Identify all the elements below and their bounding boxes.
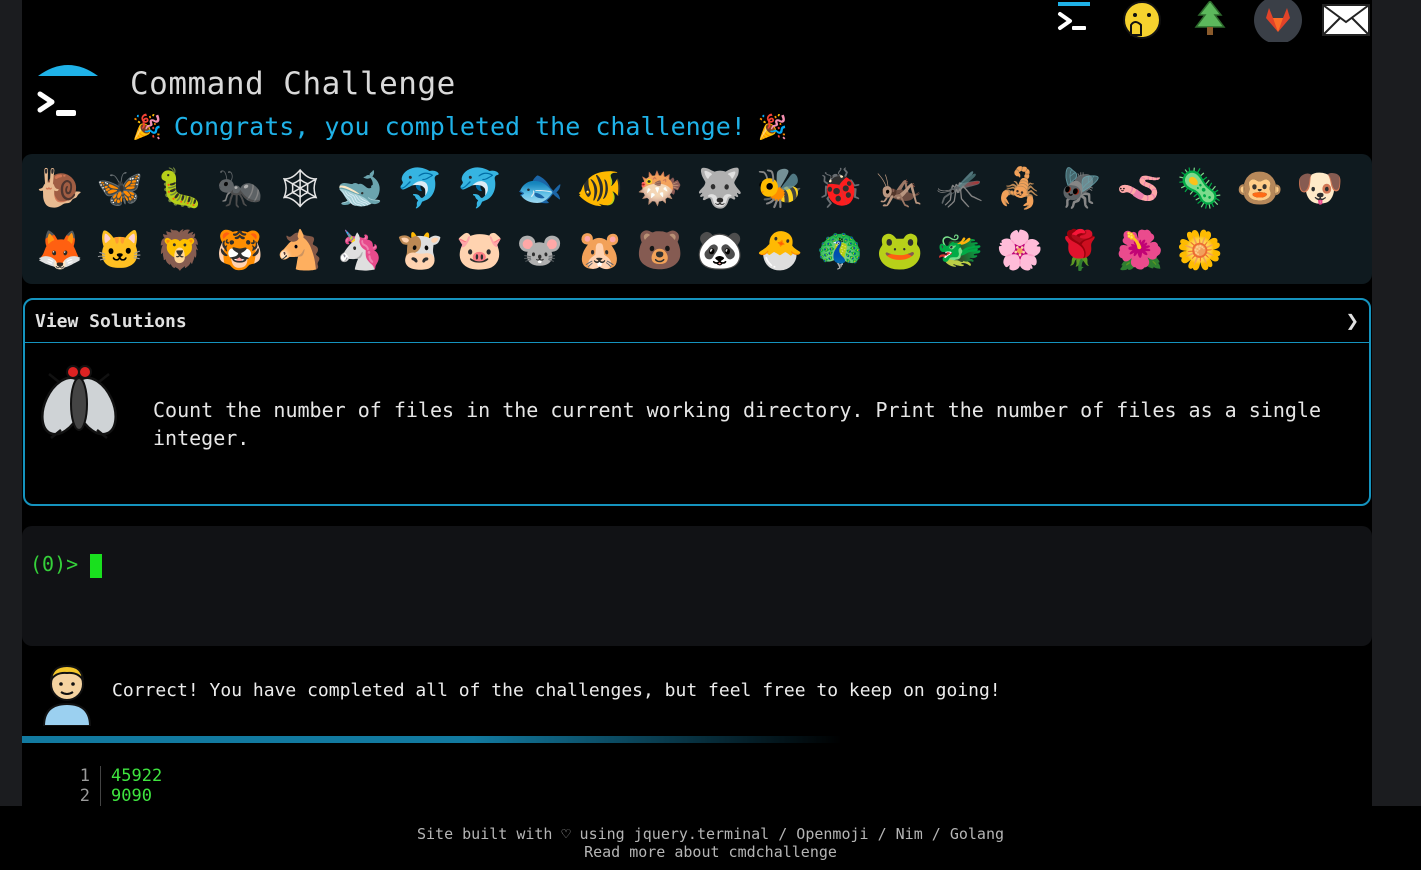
result-divider <box>22 736 842 743</box>
face-hand-over-mouth-icon[interactable] <box>1118 0 1166 40</box>
page-title: Command Challenge <box>130 66 456 102</box>
challenge-emoji-icon[interactable]: 🐱 <box>90 222 150 278</box>
challenge-emoji-icon[interactable]: 🐵 <box>1230 160 1290 216</box>
challenge-emoji-icon[interactable]: 🦗 <box>870 160 930 216</box>
prompt-label: (0)> <box>30 552 79 576</box>
challenge-emoji-icon[interactable]: 🐹 <box>570 222 630 278</box>
challenge-emoji-icon[interactable]: 🦂 <box>990 160 1050 216</box>
challenge-description: Count the number of files in the current… <box>153 398 1321 450</box>
challenge-emoji-icon[interactable]: 🐲 <box>930 222 990 278</box>
challenge-emoji-icon[interactable]: 🐋 <box>330 160 390 216</box>
challenge-emoji-icon[interactable]: 🐸 <box>870 222 930 278</box>
footer-read-more-link[interactable]: Read more about cmdchallenge <box>0 843 1421 861</box>
output-line: 2 9090 <box>62 786 162 806</box>
challenge-emoji-icon[interactable]: 🐝 <box>750 160 810 216</box>
challenge-emoji-icon[interactable]: 🐣 <box>750 222 810 278</box>
footer-credits[interactable]: Site built with ♡ using jquery.terminal … <box>0 825 1421 843</box>
challenge-emoji-icon[interactable]: 🐡 <box>630 160 690 216</box>
left-gutter <box>0 0 22 806</box>
challenge-emoji-icon[interactable]: 🐴 <box>270 222 330 278</box>
terminal-area[interactable]: (0)> <box>22 526 1372 646</box>
output-line: 1 45922 <box>62 766 162 786</box>
challenge-emoji-icon[interactable]: 🦟 <box>930 160 990 216</box>
challenge-row-1: 🐌 🦋 🐛 🐜 🕸 🐋 🐬 🐬 🐟 🐠 🐡 🐺 🐝 🐞 🦗 🦟 🦂 🪰 🪱 🦠 🐵 🐶 <box>30 160 1350 216</box>
challenge-emoji-icon[interactable]: 🦚 <box>810 222 870 278</box>
congrats-text: Congrats, you completed the challenge! <box>173 112 746 141</box>
challenge-emoji-icon[interactable]: 🌸 <box>990 222 1050 278</box>
terminal-prompt[interactable]: (0)> <box>30 552 103 578</box>
site-logo-icon[interactable] <box>36 60 100 124</box>
challenge-emoji-icon[interactable]: 🐌 <box>30 160 90 216</box>
party-popper-icon: 🎉 <box>757 112 788 141</box>
challenge-emoji-icon[interactable]: 🐻 <box>630 222 690 278</box>
challenge-row-2: 🦊 🐱 🦁 🐯 🐴 🦄 🐮 🐷 🐭 🐹 🐻 🐼 🐣 🦚 🐸 🐲 🌸 🌹 🌺 🌼 <box>30 222 1230 278</box>
terminal-cursor <box>90 553 103 578</box>
challenge-emoji-icon[interactable]: 🦋 <box>90 160 150 216</box>
challenge-emoji-icon[interactable]: 🐭 <box>510 222 570 278</box>
challenge-emoji-icon[interactable]: 🐛 <box>150 160 210 216</box>
terminal-nav-icon[interactable] <box>1050 0 1098 40</box>
party-popper-icon: 🎉 <box>132 112 162 141</box>
challenge-emoji-icon[interactable]: 🐞 <box>810 160 870 216</box>
chevron-right-icon: ❯ <box>1345 308 1359 334</box>
challenge-emoji-icon[interactable]: 🐼 <box>690 222 750 278</box>
line-number: 1 <box>62 766 101 786</box>
challenge-emoji-icon[interactable]: 🌺 <box>1110 222 1170 278</box>
challenge-emoji-icon[interactable]: 🐠 <box>570 160 630 216</box>
challenge-emoji-icon[interactable]: 🐬 <box>390 160 450 216</box>
christmas-tree-icon[interactable] <box>1186 0 1234 40</box>
view-solutions-label: View Solutions <box>35 310 187 332</box>
challenge-progress-strip: 🐌 🦋 🐛 🐜 🕸 🐋 🐬 🐬 🐟 🐠 🐡 🐺 🐝 🐞 🦗 🦟 🦂 🪰 🪱 🦠 🐵 🐶 🦊 🐱 🦁 🐯 🐴 🦄 🐮 🐷 🐭 🐹 🐻 🐼 🐣 🦚 🐸 🐲 🌸… <box>22 154 1372 284</box>
challenge-emoji-icon[interactable]: 🦁 <box>150 222 210 278</box>
fly-icon <box>39 360 119 444</box>
envelope-icon[interactable] <box>1322 0 1370 40</box>
result-text: Correct! You have completed all of the c… <box>112 680 1001 701</box>
top-nav <box>1050 0 1372 44</box>
man-avatar-icon <box>40 660 94 727</box>
challenge-emoji-icon[interactable]: 🐜 <box>210 160 270 216</box>
challenge-emoji-icon[interactable]: 🪱 <box>1110 160 1170 216</box>
result-message-row: Correct! You have completed all of the c… <box>22 656 1372 728</box>
view-solutions-toggle[interactable]: View Solutions ❯ <box>25 300 1369 343</box>
page-container: Command Challenge 🎉 Congrats, you comple… <box>22 0 1372 806</box>
challenge-emoji-icon[interactable]: 🐶 <box>1290 160 1350 216</box>
line-value: 45922 <box>111 766 163 786</box>
challenge-emoji-icon[interactable]: 🪰 <box>1050 160 1110 216</box>
challenge-emoji-icon[interactable]: 🐮 <box>390 222 450 278</box>
command-output: 1 45922 2 9090 <box>62 766 162 806</box>
site-footer: Site built with ♡ using jquery.terminal … <box>0 806 1421 870</box>
challenge-emoji-icon[interactable]: 🐯 <box>210 222 270 278</box>
right-scroll-gutter <box>1372 0 1421 806</box>
challenge-emoji-icon[interactable]: 🐺 <box>690 160 750 216</box>
challenge-emoji-icon[interactable]: 🐷 <box>450 222 510 278</box>
challenge-emoji-icon[interactable]: 🌼 <box>1170 222 1230 278</box>
challenge-emoji-icon[interactable]: 🦊 <box>30 222 90 278</box>
challenge-emoji-icon[interactable]: 🐟 <box>510 160 570 216</box>
challenge-emoji-icon[interactable]: 🦠 <box>1170 160 1230 216</box>
challenge-emoji-icon[interactable]: 🦄 <box>330 222 390 278</box>
line-number: 2 <box>62 786 101 806</box>
challenge-panel: View Solutions ❯ Count the number of fil… <box>23 298 1371 506</box>
challenge-emoji-icon[interactable]: 🌹 <box>1050 222 1110 278</box>
challenge-emoji-icon[interactable]: 🕸 <box>270 160 330 216</box>
challenge-emoji-icon[interactable]: 🐬 <box>450 160 510 216</box>
line-value: 9090 <box>111 786 152 806</box>
gitlab-icon[interactable] <box>1254 0 1302 42</box>
congrats-message: 🎉 Congrats, you completed the challenge!… <box>132 112 788 141</box>
